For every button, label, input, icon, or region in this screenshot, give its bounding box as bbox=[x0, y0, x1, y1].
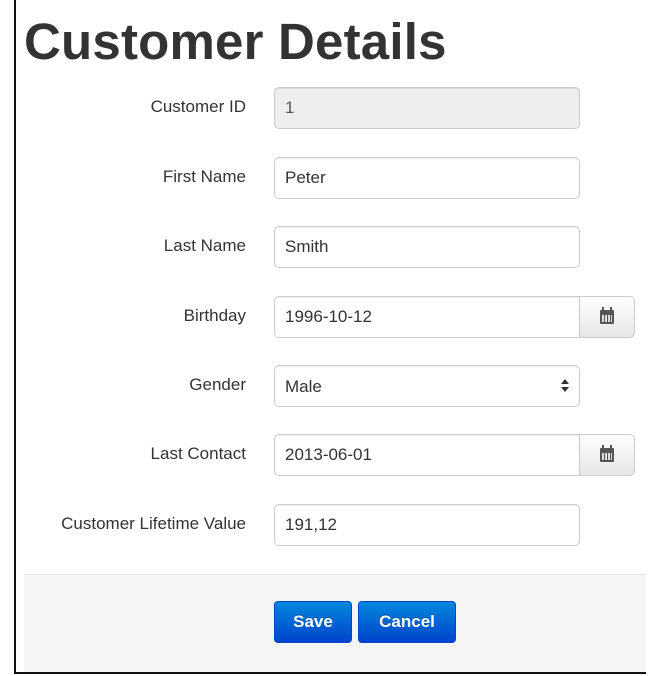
save-button[interactable]: Save bbox=[274, 601, 352, 643]
customer-id-field[interactable] bbox=[274, 87, 580, 129]
customer-details-form-panel: Customer Details Customer ID First Name … bbox=[14, 0, 646, 674]
last-contact-field[interactable] bbox=[274, 434, 580, 476]
birthday-field[interactable] bbox=[274, 296, 580, 338]
customer-id-label: Customer ID bbox=[150, 97, 246, 116]
cancel-button[interactable]: Cancel bbox=[358, 601, 456, 643]
gender-select[interactable]: Male bbox=[274, 365, 580, 407]
last-contact-calendar-button[interactable] bbox=[579, 434, 635, 476]
first-name-field[interactable] bbox=[274, 157, 580, 199]
last-contact-label: Last Contact bbox=[150, 444, 246, 463]
birthday-label: Birthday bbox=[183, 306, 246, 325]
calendar-icon bbox=[600, 445, 614, 462]
gender-selected-value: Male bbox=[285, 377, 322, 396]
last-name-label: Last Name bbox=[163, 236, 246, 255]
calendar-icon bbox=[600, 307, 614, 324]
lifetime-value-label: Customer Lifetime Value bbox=[61, 514, 246, 533]
gender-label: Gender bbox=[189, 375, 246, 394]
birthday-calendar-button[interactable] bbox=[579, 296, 635, 338]
lifetime-value-field[interactable] bbox=[274, 504, 580, 546]
form-actions-bar: Save Cancel bbox=[24, 574, 646, 672]
first-name-label: First Name bbox=[162, 167, 246, 186]
last-name-field[interactable] bbox=[274, 226, 580, 268]
page-title: Customer Details bbox=[24, 13, 447, 70]
updown-arrows-icon bbox=[561, 378, 569, 394]
